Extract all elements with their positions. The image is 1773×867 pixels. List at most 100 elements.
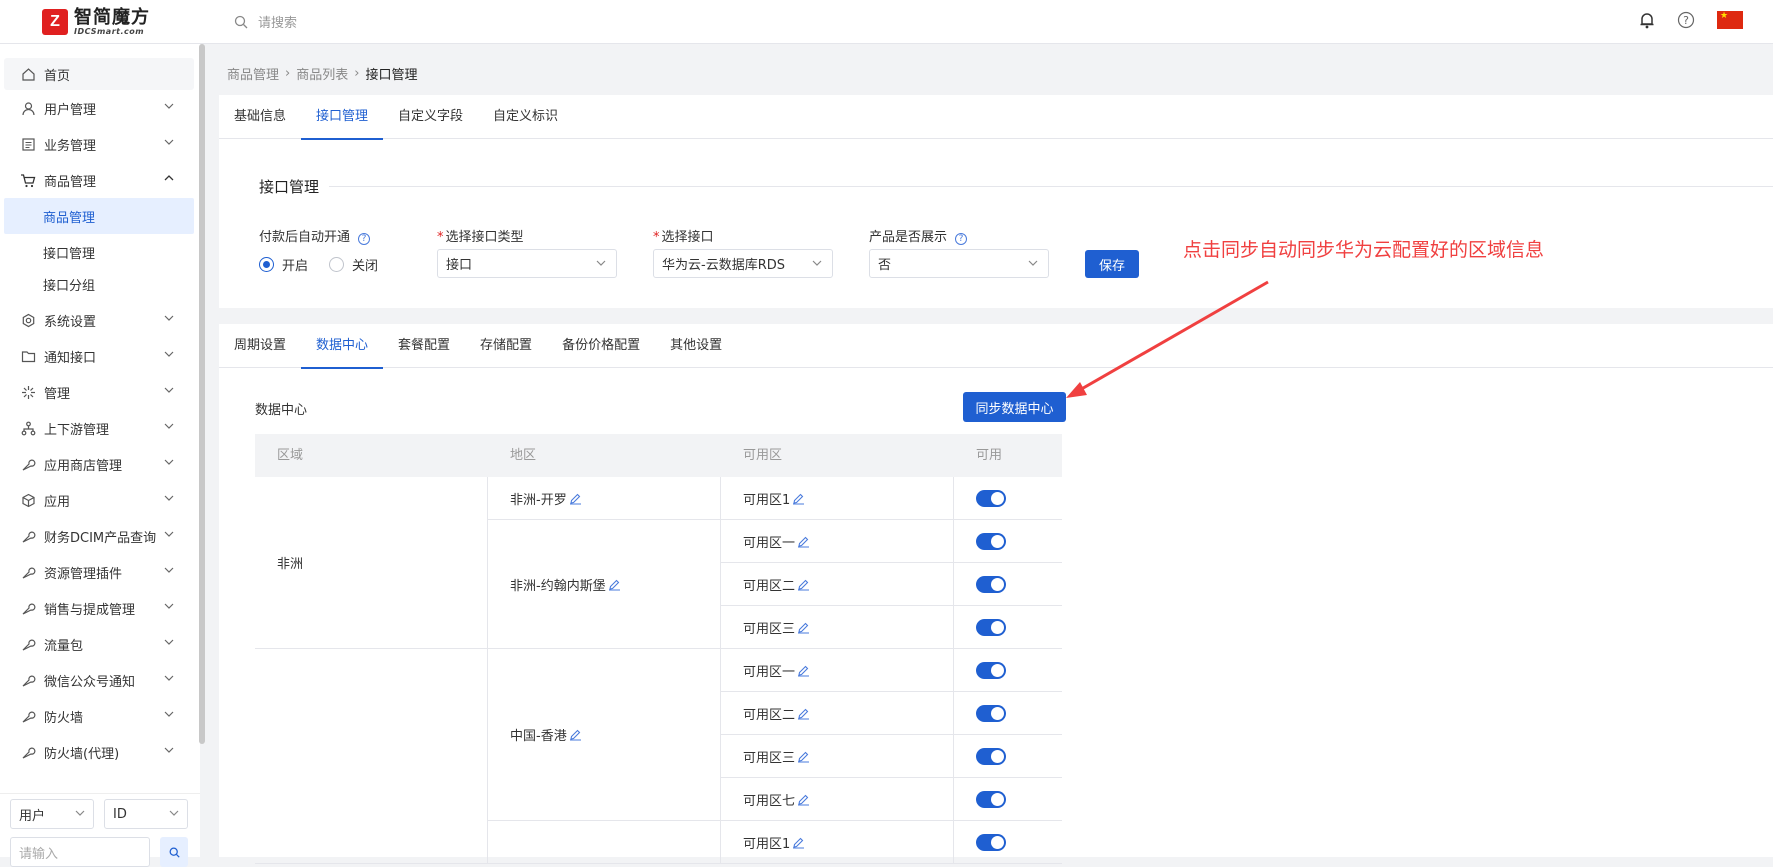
tab-datacenter[interactable]: 数据中心 (301, 324, 384, 369)
sidebar: 首页 用户管理 业务管理 商品管理 商品管理 接口管理 接口分组 系统设置 通知… (0, 44, 200, 857)
api-type-select[interactable]: 接口 (437, 249, 617, 278)
sidebar-item-wechat[interactable]: 微信公众号通知 (0, 662, 200, 698)
help-icon[interactable]: ? (358, 233, 371, 245)
tab-package[interactable]: 套餐配置 (383, 324, 465, 368)
edit-icon[interactable] (569, 492, 582, 505)
table-cell-available (954, 735, 1062, 778)
available-toggle[interactable] (976, 532, 1006, 550)
edit-icon[interactable] (608, 578, 621, 591)
radio-on[interactable]: 开启 (259, 255, 308, 274)
tab-custom-tags[interactable]: 自定义标识 (478, 95, 573, 139)
edit-icon[interactable] (797, 535, 810, 548)
edit-icon[interactable] (792, 836, 805, 849)
datacenter-label: 数据中心 (255, 403, 308, 418)
quick-search-button[interactable] (160, 837, 188, 867)
search-icon (169, 847, 180, 858)
available-toggle[interactable] (976, 704, 1006, 722)
available-toggle[interactable] (976, 790, 1006, 808)
sidebar-item-firewall-proxy[interactable]: 防火墙(代理) (0, 734, 200, 770)
api-select[interactable]: 华为云-云数据库RDS (653, 249, 833, 278)
sidebar-subitem-api-groups[interactable]: 接口分组 (0, 270, 200, 298)
edit-icon[interactable] (797, 578, 810, 591)
area-name: 非洲-开罗 (510, 492, 567, 508)
sidebar-item-products[interactable]: 商品管理 (0, 162, 200, 198)
sidebar-item-dcim[interactable]: 财务DCIM产品查询 (0, 518, 200, 554)
product-show-select[interactable]: 否 (869, 249, 1049, 278)
save-button[interactable]: 保存 (1085, 250, 1139, 278)
available-toggle[interactable] (976, 575, 1006, 593)
edit-icon[interactable] (797, 664, 810, 677)
breadcrumb-item[interactable]: 商品列表 (296, 64, 348, 83)
chevron-up-icon (164, 175, 174, 181)
sidebar-item-resource-plugin[interactable]: 资源管理插件 (0, 554, 200, 590)
breadcrumb-current: 接口管理 (365, 68, 418, 83)
available-toggle[interactable] (976, 747, 1006, 765)
sidebar-item-app-store[interactable]: 应用商店管理 (0, 446, 200, 482)
sidebar-item-upstream[interactable]: 上下游管理 (0, 410, 200, 446)
tree-icon (20, 420, 36, 436)
sync-datacenter-button[interactable]: 同步数据中心 (963, 392, 1066, 422)
svg-text:?: ? (1683, 14, 1689, 27)
chevron-down-icon (596, 260, 606, 266)
zone-name: 可用区三 (743, 621, 796, 637)
quick-search-input[interactable]: 请输入 (10, 837, 150, 867)
tab-storage[interactable]: 存储配置 (465, 324, 547, 368)
sidebar-item-sales[interactable]: 销售与提成管理 (0, 590, 200, 626)
logo[interactable]: Z 智简魔方 IDCSmart.com (42, 8, 150, 36)
sidebar-item-notify[interactable]: 通知接口 (0, 338, 200, 374)
sidebar-item-users[interactable]: 用户管理 (0, 90, 200, 126)
sidebar-item-firewall[interactable]: 防火墙 (0, 698, 200, 734)
input-placeholder: 请输入 (19, 846, 59, 862)
table-cell-zone: 可用区三 (721, 735, 954, 778)
tab-api-management[interactable]: 接口管理 (301, 95, 384, 140)
available-toggle[interactable] (976, 661, 1006, 679)
sidebar-subitem-api-management[interactable]: 接口管理 (0, 234, 200, 270)
sidebar-scrollbar[interactable] (199, 44, 205, 744)
sidebar-item-apps[interactable]: 应用 (0, 482, 200, 518)
breadcrumb: 商品管理 › 商品列表 › 接口管理 (227, 64, 417, 83)
table-cell-available (954, 520, 1062, 563)
sidebar-item-system-settings[interactable]: 系统设置 (0, 302, 200, 338)
sidebar-item-manage[interactable]: 管理 (0, 374, 200, 410)
available-toggle[interactable] (976, 489, 1006, 507)
sidebar-item-label: 用户管理 (44, 102, 97, 118)
available-toggle[interactable] (976, 833, 1006, 851)
label-text: 付款后自动开通 (259, 230, 351, 245)
edit-icon[interactable] (797, 750, 810, 763)
edit-icon[interactable] (569, 728, 582, 741)
main-content: 商品管理 › 商品列表 › 接口管理 基础信息 接口管理 自定义字段 自定义标识… (219, 44, 1773, 864)
breadcrumb-item[interactable]: 商品管理 (227, 64, 279, 83)
available-toggle[interactable] (976, 618, 1006, 636)
tab-period[interactable]: 周期设置 (219, 324, 301, 368)
edit-icon[interactable] (797, 793, 810, 806)
chevron-down-icon (164, 603, 174, 609)
api-config-card: 基础信息 接口管理 自定义字段 自定义标识 接口管理 付款后自动开通? 开启 关… (219, 95, 1773, 308)
tab-backup-price[interactable]: 备份价格配置 (547, 324, 655, 368)
help-icon[interactable]: ? (955, 233, 968, 245)
global-search[interactable]: 请搜索 (234, 12, 297, 31)
sidebar-item-home[interactable]: 首页 (4, 58, 194, 90)
tab-basic-info[interactable]: 基础信息 (219, 95, 301, 139)
language-flag-icon[interactable]: ★ (1717, 11, 1743, 29)
zone-name: 可用区1 (743, 492, 791, 508)
edit-icon[interactable] (797, 707, 810, 720)
top-bar: Z 智简魔方 IDCSmart.com 请搜索 ? ★ (0, 0, 1773, 44)
sidebar-item-traffic[interactable]: 流量包 (0, 626, 200, 662)
search-type-select[interactable]: 用户 (10, 799, 94, 829)
search-field-select[interactable]: ID (104, 799, 188, 829)
tab-other[interactable]: 其他设置 (655, 324, 737, 368)
wrench-icon (20, 600, 36, 616)
help-icon[interactable]: ? (1677, 11, 1695, 29)
bell-icon[interactable] (1639, 11, 1655, 29)
chevron-down-icon (164, 567, 174, 573)
sidebar-item-business[interactable]: 业务管理 (0, 126, 200, 162)
edit-icon[interactable] (792, 492, 805, 505)
sidebar-subitem-product-management[interactable]: 商品管理 (4, 198, 194, 234)
radio-off[interactable]: 关闭 (329, 255, 378, 274)
edit-icon[interactable] (797, 621, 810, 634)
sub-tabs: 周期设置 数据中心 套餐配置 存储配置 备份价格配置 其他设置 (219, 324, 1773, 369)
table-cell-available (954, 821, 1062, 864)
sidebar-item-label: 管理 (44, 386, 71, 402)
home-icon (20, 66, 36, 82)
tab-custom-fields[interactable]: 自定义字段 (383, 95, 478, 139)
